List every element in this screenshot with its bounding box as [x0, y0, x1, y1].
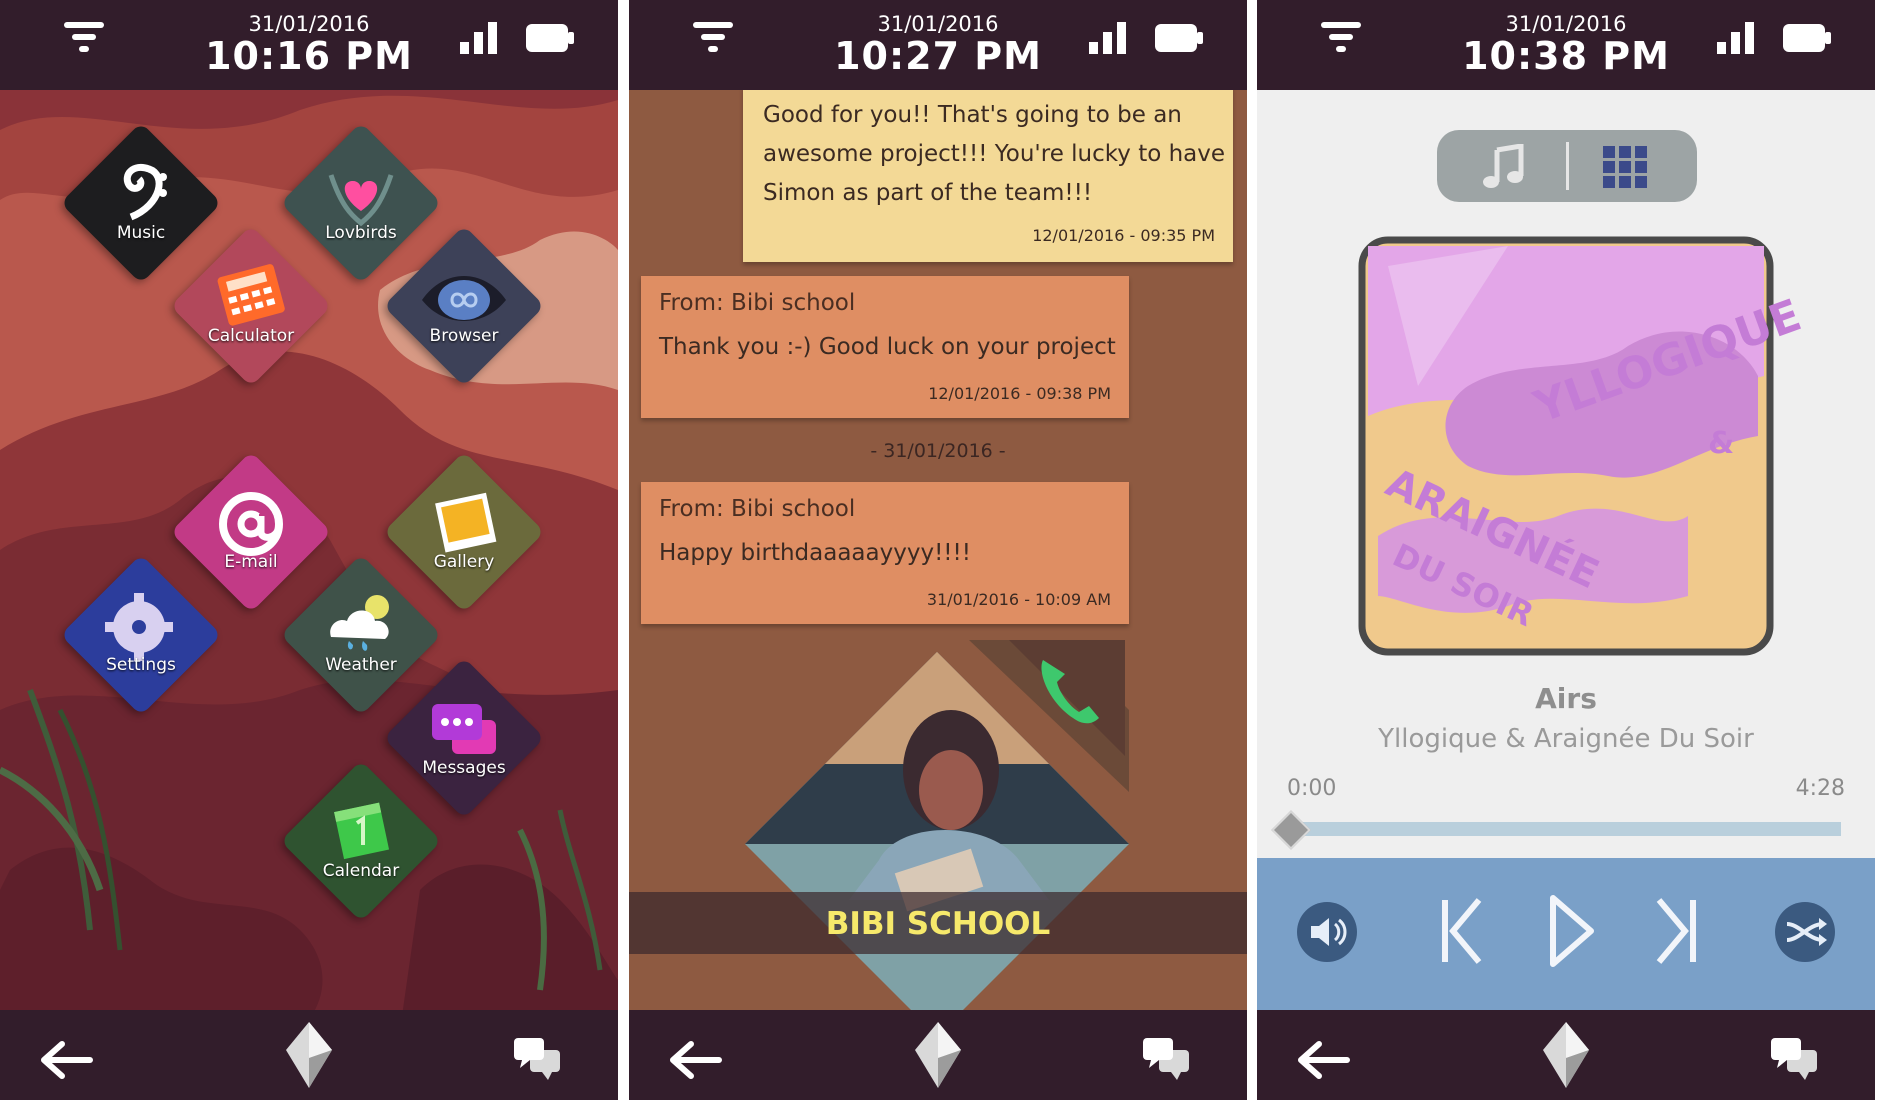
- progress-track[interactable]: [1291, 822, 1841, 836]
- track-artist: Yllogique & Araignée Du Soir: [1378, 724, 1754, 754]
- playback-controls: [1257, 858, 1875, 1018]
- chat-icon[interactable]: [1141, 1034, 1191, 1080]
- app-calendar[interactable]: Calendar: [280, 760, 442, 922]
- home-screen: Music Lovbirds Calculator Browser E-mail…: [0, 0, 618, 1100]
- app-label: Calculator: [207, 326, 295, 346]
- chat-icon[interactable]: [512, 1034, 562, 1080]
- volume-icon[interactable]: [1295, 900, 1359, 964]
- status-bar: 31/01/2016 10:16 PM: [0, 0, 618, 90]
- app-calculator[interactable]: Calculator: [170, 225, 332, 387]
- signal-icon: [460, 22, 497, 54]
- play-icon[interactable]: [1547, 894, 1597, 968]
- status-bar: 31/01/2016 10:38 PM: [1257, 0, 1875, 90]
- app-settings[interactable]: Settings: [60, 554, 222, 716]
- back-arrow-icon[interactable]: [40, 1040, 94, 1080]
- album-art-text: &: [1708, 426, 1735, 461]
- back-arrow-icon[interactable]: [1297, 1040, 1351, 1080]
- shuffle-icon[interactable]: [1773, 900, 1837, 964]
- signal-icon: [1717, 22, 1754, 54]
- chat-icon[interactable]: [1769, 1034, 1819, 1080]
- navigation-bar: [0, 1010, 618, 1100]
- toggle-divider: [1566, 142, 1569, 190]
- navigation-bar: [1257, 1010, 1875, 1100]
- app-label: Calendar: [322, 861, 400, 881]
- grid-icon[interactable]: [1601, 144, 1649, 190]
- battery-icon: [1155, 24, 1203, 52]
- signal-icon: [1089, 22, 1126, 54]
- app-label: Settings: [106, 655, 176, 675]
- home-gem-icon[interactable]: [282, 1020, 336, 1090]
- messages-screen: Good for you!! That's going to be an awe…: [629, 0, 1247, 1100]
- back-arrow-icon[interactable]: [669, 1040, 723, 1080]
- view-toggle: [1437, 130, 1697, 202]
- music-note-icon[interactable]: [1481, 144, 1529, 190]
- battery-icon: [526, 24, 574, 52]
- contact-name[interactable]: BIBI SCHOOL: [629, 906, 1247, 942]
- previous-track-icon[interactable]: [1439, 896, 1483, 966]
- track-title: Airs: [1535, 682, 1597, 715]
- battery-icon: [1783, 24, 1831, 52]
- home-gem-icon[interactable]: [911, 1020, 965, 1090]
- navigation-bar: [629, 1010, 1247, 1100]
- total-duration: 4:28: [1795, 776, 1845, 801]
- album-art: YLLOGIQUE & ARAIGNÉE DU SOIR: [1358, 236, 1808, 656]
- elapsed-time: 0:00: [1287, 776, 1337, 801]
- home-gem-icon[interactable]: [1539, 1020, 1593, 1090]
- next-track-icon[interactable]: [1655, 896, 1699, 966]
- phone-call-icon[interactable]: [1029, 652, 1109, 732]
- app-browser[interactable]: Browser: [383, 225, 545, 387]
- music-player-screen: YLLOGIQUE & ARAIGNÉE DU SOIR Airs Yllogi…: [1257, 0, 1875, 1100]
- app-label: Browser: [429, 326, 499, 346]
- status-bar: 31/01/2016 10:27 PM: [629, 0, 1247, 90]
